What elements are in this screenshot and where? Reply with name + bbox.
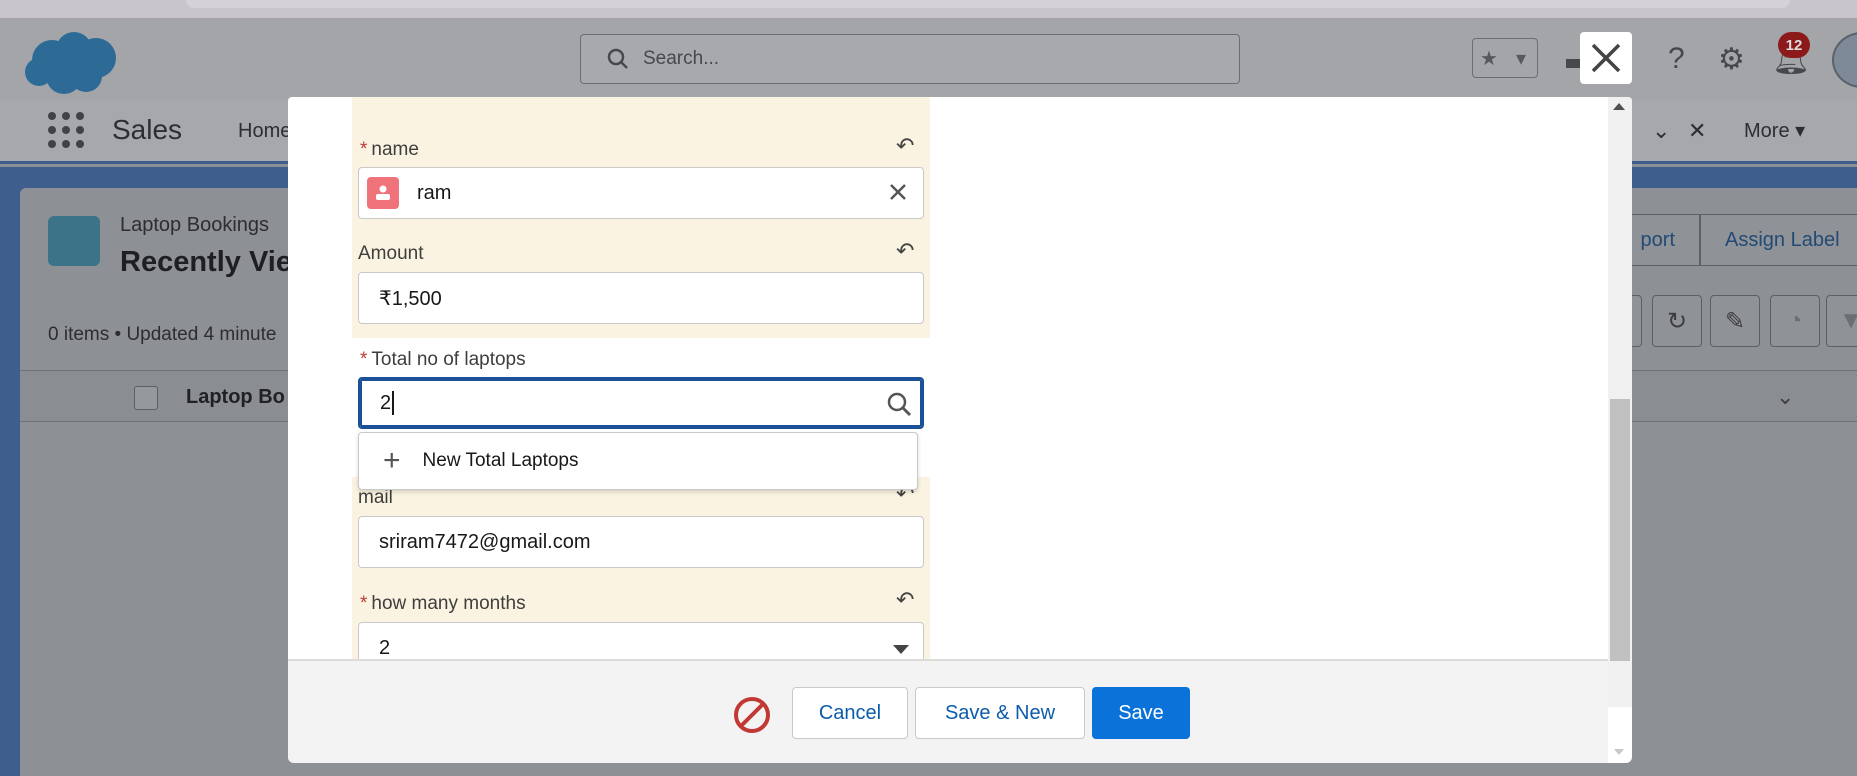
total-laptops-field-label: * Total no of laptops bbox=[360, 349, 526, 370]
close-icon bbox=[1591, 43, 1621, 73]
object-label: Laptop Bookings bbox=[120, 214, 270, 236]
search-icon bbox=[607, 48, 628, 69]
gear-icon[interactable]: ⚙ bbox=[1718, 42, 1745, 77]
save-button[interactable]: Save bbox=[1092, 687, 1190, 739]
browser-address-bar bbox=[186, 0, 1790, 8]
column-chevron-down-icon[interactable]: ⌄ bbox=[1776, 384, 1794, 410]
nav-more-label: More bbox=[1744, 120, 1790, 142]
amount-input[interactable]: ₹1,500 bbox=[358, 272, 924, 324]
scrollbar-thumb[interactable] bbox=[1610, 399, 1630, 661]
import-button-label: port bbox=[1640, 228, 1675, 251]
laptop-icon bbox=[48, 216, 100, 266]
name-lookup-field[interactable]: ram bbox=[358, 167, 924, 219]
edit-icon[interactable]: ✎ bbox=[1710, 295, 1760, 347]
app-launcher-icon[interactable] bbox=[48, 112, 84, 148]
add-icon: + bbox=[383, 444, 401, 477]
chevron-down-icon: ▾ bbox=[1515, 47, 1527, 70]
months-label-text: how many months bbox=[371, 593, 526, 614]
new-total-laptops-label: New Total Laptops bbox=[422, 450, 579, 471]
lookup-dropdown-option-new[interactable]: + New Total Laptops bbox=[358, 432, 918, 490]
app-name: Sales bbox=[112, 114, 183, 145]
refresh-icon[interactable]: ↻ bbox=[1652, 295, 1702, 347]
tab-close-icon[interactable]: ✕ bbox=[1688, 118, 1706, 144]
mail-input[interactable]: sriram7472@gmail.com bbox=[358, 516, 924, 568]
mail-field-label: mail bbox=[358, 487, 393, 508]
help-icon[interactable]: ? bbox=[1668, 42, 1685, 76]
global-header: Search... ★ ▾ ▬ ? ⚙ 🔔︎ 12 bbox=[0, 18, 1857, 100]
list-view-meta: 0 items • Updated 4 minute bbox=[48, 324, 277, 345]
search-icon bbox=[886, 391, 912, 423]
error-icon[interactable] bbox=[732, 695, 772, 740]
chart-icon[interactable]: ◔ bbox=[1770, 295, 1820, 347]
name-value: ram bbox=[417, 181, 452, 204]
contact-icon bbox=[367, 177, 399, 209]
amount-field-label: Amount bbox=[358, 243, 424, 264]
modal-footer: Cancel Save & New Save bbox=[288, 659, 1608, 763]
months-select[interactable]: 2 bbox=[358, 622, 924, 659]
total-laptops-lookup-input[interactable]: 2 bbox=[358, 377, 924, 429]
star-icon: ★ bbox=[1480, 47, 1498, 70]
edit-record-modal: * name ↶ ram Amount ↶ ₹1,500 * Total no of… bbox=[288, 97, 1632, 763]
chevron-down-icon bbox=[893, 645, 909, 654]
undo-icon[interactable]: ↶ bbox=[896, 587, 914, 613]
global-search-input[interactable]: Search... bbox=[580, 34, 1240, 84]
mail-value: sriram7472@gmail.com bbox=[379, 530, 591, 553]
modal-body: * name ↶ ram Amount ↶ ₹1,500 * Total no of… bbox=[288, 97, 1608, 659]
months-field-label: * how many months bbox=[360, 593, 526, 614]
avatar[interactable] bbox=[1832, 32, 1857, 88]
name-field-label: * name bbox=[360, 139, 419, 160]
cancel-button[interactable]: Cancel bbox=[792, 687, 908, 739]
column-header-laptop-booking[interactable]: Laptop Bo bbox=[186, 386, 285, 409]
amount-value: ₹1,500 bbox=[379, 287, 442, 310]
notification-badge: 12 bbox=[1778, 32, 1810, 58]
name-label-text: name bbox=[371, 139, 419, 160]
scroll-up-arrow-icon[interactable] bbox=[1613, 103, 1625, 110]
filter-icon[interactable]: ▼ bbox=[1826, 295, 1857, 347]
months-value: 2 bbox=[379, 636, 391, 659]
undo-icon[interactable]: ↶ bbox=[896, 238, 914, 264]
assign-label-button-label: Assign Label bbox=[1725, 228, 1840, 251]
clear-selection-icon[interactable] bbox=[887, 181, 909, 209]
assign-label-button[interactable]: Assign Label bbox=[1700, 214, 1857, 266]
browser-strip bbox=[0, 0, 1857, 18]
nav-more[interactable]: More ▾ bbox=[1744, 118, 1805, 143]
modal-close-button[interactable] bbox=[1580, 32, 1632, 84]
salesforce-logo bbox=[25, 32, 116, 94]
save-and-new-button[interactable]: Save & New bbox=[915, 687, 1085, 739]
search-placeholder: Search... bbox=[643, 48, 720, 69]
tab-chevron-down-icon[interactable]: ⌄ bbox=[1652, 118, 1670, 144]
text-cursor bbox=[392, 391, 395, 415]
undo-icon[interactable]: ↶ bbox=[896, 133, 914, 159]
total-laptops-value: 2 bbox=[380, 391, 392, 414]
favorites-button[interactable]: ★ ▾ bbox=[1472, 38, 1538, 78]
select-all-checkbox[interactable] bbox=[134, 386, 158, 410]
list-view-title[interactable]: Recently Vie bbox=[120, 246, 292, 279]
total-laptops-label-text: Total no of laptops bbox=[371, 349, 526, 370]
nav-tab-home[interactable]: Home bbox=[238, 120, 291, 143]
scroll-down-arrow-icon[interactable] bbox=[1614, 749, 1624, 755]
